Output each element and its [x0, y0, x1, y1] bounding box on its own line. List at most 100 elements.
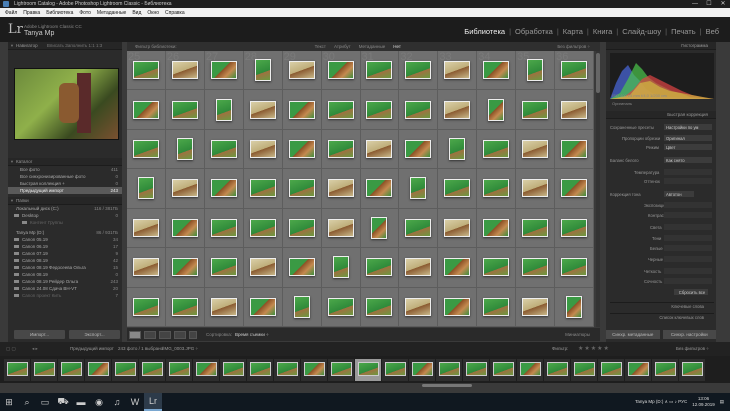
painter-icon[interactable] [189, 330, 197, 339]
photo-thumbnail[interactable] [444, 179, 471, 198]
filmstrip-cell[interactable] [463, 358, 490, 381]
grid-cell[interactable]: 32 [399, 51, 439, 91]
rating-filter-stars[interactable]: ★★★★★ [578, 345, 610, 352]
photo-thumbnail[interactable] [176, 138, 193, 161]
filmstrip-thumbnail[interactable] [493, 361, 514, 376]
catalog-item[interactable]: Все синхронизированные фото 0 [8, 173, 122, 180]
filmstrip-cell[interactable] [58, 358, 85, 381]
photo-thumbnail[interactable] [444, 218, 471, 237]
filmstrip-cell[interactable] [247, 358, 274, 381]
media-icon[interactable]: ♫ [108, 393, 126, 411]
grid-cell[interactable] [204, 90, 244, 130]
photo-thumbnail[interactable] [566, 295, 583, 318]
nav-arrows-icon[interactable]: ◂ ▸ [32, 346, 38, 352]
photo-thumbnail[interactable] [288, 258, 315, 277]
grid-cell[interactable]: 28 [243, 51, 283, 91]
filmstrip-cell[interactable] [679, 358, 706, 381]
photo-thumbnail[interactable] [171, 258, 198, 277]
filmstrip-cell[interactable] [490, 358, 517, 381]
grid-cell[interactable] [399, 287, 439, 327]
photo-thumbnail[interactable] [405, 297, 432, 316]
grid-cell[interactable] [321, 90, 361, 130]
menu-help[interactable]: Справка [162, 10, 188, 16]
photo-thumbnail[interactable] [249, 140, 276, 159]
grid-cell[interactable] [477, 287, 517, 327]
exposure-stepper[interactable] [664, 202, 712, 208]
grid-cell[interactable] [127, 208, 166, 249]
grid-cell[interactable] [204, 248, 244, 288]
grid-cell[interactable] [360, 208, 400, 249]
photo-thumbnail[interactable] [483, 140, 510, 159]
grid-cell[interactable] [282, 287, 322, 327]
photo-thumbnail[interactable] [210, 179, 237, 198]
photo-thumbnail[interactable] [210, 258, 237, 277]
grid-cell[interactable] [165, 208, 205, 249]
grid-cell[interactable]: 25 [127, 51, 166, 91]
photo-thumbnail[interactable] [327, 140, 354, 159]
grid-cell[interactable] [555, 208, 594, 249]
filmstrip-thumbnail[interactable] [520, 361, 541, 376]
grid-cell[interactable] [399, 248, 439, 288]
grid-scrollbar[interactable] [596, 51, 600, 327]
grid-cell[interactable] [438, 287, 478, 327]
filmstrip-cell[interactable] [274, 358, 301, 381]
filmstrip-cell[interactable] [382, 358, 409, 381]
grid-cell[interactable] [399, 90, 439, 130]
filter-none[interactable]: Нет [389, 44, 405, 49]
filter-metadata[interactable]: Метаданные [355, 44, 390, 49]
photo-thumbnail[interactable] [405, 100, 432, 119]
filmstrip-thumbnail[interactable] [466, 361, 487, 376]
photo-thumbnail[interactable] [522, 297, 549, 316]
contrast-stepper[interactable] [664, 212, 712, 218]
filmstrip-thumbnail[interactable] [547, 361, 568, 376]
filmstrip-thumbnail[interactable] [142, 361, 163, 376]
grid-cell[interactable] [360, 287, 400, 327]
filmstrip-thumbnail[interactable] [61, 361, 82, 376]
original-photo-checkbox[interactable]: Оригиналь [612, 101, 632, 106]
photo-thumbnail[interactable] [444, 297, 471, 316]
filmstrip-thumbnail[interactable] [655, 361, 676, 376]
grid-cell[interactable] [282, 90, 322, 130]
grid-cell[interactable] [127, 287, 166, 327]
photo-thumbnail[interactable] [561, 218, 588, 237]
reset-all-button[interactable]: Сбросить все [674, 289, 708, 295]
folder-row[interactable]: Контент Группы [8, 219, 122, 226]
photo-thumbnail[interactable] [288, 100, 315, 119]
filmstrip-thumbnail[interactable] [682, 361, 703, 376]
photo-thumbnail[interactable] [132, 140, 159, 159]
photo-thumbnail[interactable] [249, 297, 276, 316]
treatment-dropdown[interactable]: Цвет [664, 144, 712, 150]
folder-row[interactable]: Canon 24.08 Сдача ВН-VT 20 [8, 285, 122, 292]
photo-thumbnail[interactable] [561, 140, 588, 159]
module-web[interactable]: Веб [703, 27, 722, 36]
photo-thumbnail[interactable] [249, 100, 276, 119]
loupe-view-icon[interactable] [144, 330, 156, 339]
folder-row[interactable]: Canon 08.19 Рейдер Ольга 243 [8, 278, 122, 285]
photo-thumbnail[interactable] [327, 100, 354, 119]
filmstrip-thumbnail[interactable] [628, 361, 649, 376]
grid-cell[interactable]: 27 [204, 51, 244, 91]
photo-thumbnail[interactable] [171, 179, 198, 198]
grid-cell[interactable] [399, 208, 439, 249]
filmstrip-cell[interactable] [598, 358, 625, 381]
menu-metadata[interactable]: Метаданные [94, 10, 129, 16]
grid-cell[interactable]: 26 [165, 51, 205, 91]
filmstrip-cell[interactable] [166, 358, 193, 381]
grid-cell[interactable] [243, 129, 283, 170]
grid-cell[interactable] [243, 90, 283, 130]
grid-cell[interactable] [282, 208, 322, 249]
saved-preset-dropdown[interactable]: Настройки по ум [664, 124, 712, 130]
grid-cell[interactable] [321, 248, 361, 288]
photo-thumbnail[interactable] [522, 179, 549, 198]
grid-cell[interactable]: 30 [321, 51, 361, 91]
filmstrip-cell[interactable] [31, 358, 58, 381]
grid-cell[interactable] [204, 129, 244, 170]
grid-cell[interactable] [477, 129, 517, 170]
filmstrip-thumbnail[interactable] [196, 361, 217, 376]
filmstrip-cell[interactable] [220, 358, 247, 381]
explorer-icon[interactable]: ▬ [72, 393, 90, 411]
grid-cell[interactable] [321, 169, 361, 209]
photo-thumbnail[interactable] [132, 61, 159, 80]
grid-cell[interactable] [438, 208, 478, 249]
catalog-header[interactable]: ▼ Каталог [8, 158, 122, 166]
